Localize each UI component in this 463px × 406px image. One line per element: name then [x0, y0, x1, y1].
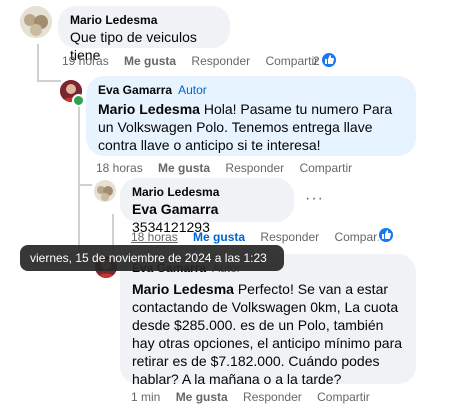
comment-bubble: Mario Ledesma Eva Gamarra 3534121293 — [120, 178, 294, 235]
comment-actions: 19 horas Me gusta Responder Compartir — [62, 53, 330, 69]
share-button[interactable]: Compartir — [265, 54, 318, 68]
comment-bubble: Eva GamarraAutor Mario Ledesma Perfecto!… — [120, 254, 416, 387]
reply-button[interactable]: Responder — [243, 390, 302, 404]
more-options-icon[interactable]: ··· — [305, 190, 324, 208]
comment-actions: 18 horas Me gusta Responder Compartir — [96, 160, 364, 176]
like-reaction-icon[interactable] — [377, 226, 395, 244]
avatar-mario[interactable] — [20, 6, 52, 38]
comment-author[interactable]: Mario Ledesma — [132, 184, 282, 200]
thread-line — [37, 44, 39, 82]
reply-button[interactable]: Responder — [191, 54, 250, 68]
comment-bubble: Mario Ledesma Que tipo de veiculos tiene — [58, 6, 230, 63]
comment-time[interactable]: 19 horas — [62, 54, 109, 68]
thread-line — [78, 184, 92, 186]
online-status-dot — [72, 94, 85, 107]
mention-link[interactable]: Mario Ledesma — [98, 101, 200, 117]
like-button[interactable]: Me gusta — [193, 230, 245, 244]
mention-link[interactable]: Mario Ledesma — [132, 281, 234, 297]
reply-button[interactable]: Responder — [260, 230, 319, 244]
comment-actions: 1 min Me gusta Responder Compartir — [131, 389, 382, 405]
thread-line — [37, 80, 61, 82]
like-button[interactable]: Me gusta — [158, 161, 210, 175]
reply-button[interactable]: Responder — [225, 161, 284, 175]
thumb-icon — [382, 230, 391, 239]
comment-author[interactable]: Mario Ledesma — [70, 12, 218, 28]
comment-time[interactable]: 18 horas — [96, 161, 143, 175]
avatar-mario[interactable] — [94, 180, 116, 202]
thread-line — [78, 106, 80, 186]
author-badge: Autor — [178, 83, 207, 97]
comment-time[interactable]: 1 min — [131, 390, 160, 404]
share-button[interactable]: Compartir — [317, 390, 370, 404]
thumb-icon — [325, 55, 334, 64]
like-reaction-icon[interactable] — [320, 51, 338, 69]
comment-author[interactable]: Eva Gamarra — [98, 83, 172, 97]
like-button[interactable]: Me gusta — [124, 54, 176, 68]
share-button[interactable]: Compartir — [299, 161, 352, 175]
comment-time[interactable]: 18 horas — [131, 230, 178, 244]
mention-link[interactable]: Eva Gamarra — [132, 201, 218, 217]
comment-actions: 18 horas Me gusta Responder Compartir — [131, 229, 399, 245]
comment-text: Mario Ledesma Perfecto! Se van a estar c… — [132, 280, 404, 388]
avatar-image — [20, 6, 52, 38]
reaction-count[interactable]: 2 — [313, 53, 320, 69]
like-button[interactable]: Me gusta — [176, 390, 228, 404]
timestamp-tooltip: viernes, 15 de noviembre de 2024 a las 1… — [20, 245, 284, 291]
comment-text: Mario Ledesma Hola! Pasame tu numero Par… — [98, 100, 404, 154]
comment-bubble: Eva Gamarra Autor Mario Ledesma Hola! Pas… — [86, 76, 416, 156]
avatar-image — [94, 180, 116, 202]
comment-header: Eva Gamarra Autor — [98, 82, 404, 98]
